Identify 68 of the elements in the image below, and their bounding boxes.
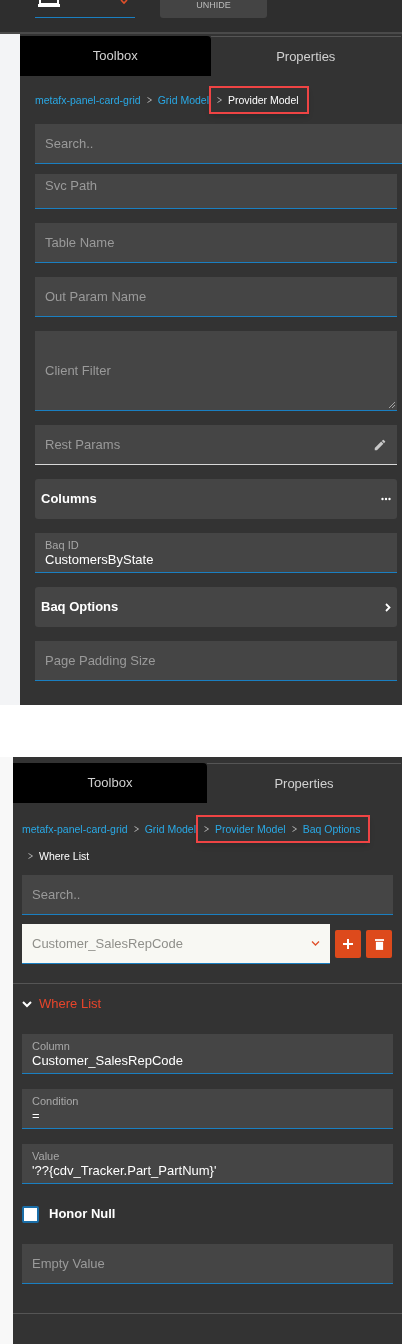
- field-label: Baq ID: [45, 537, 80, 552]
- placeholder: Rest Params: [45, 435, 121, 454]
- input-field[interactable]: Page Padding Size: [35, 641, 397, 681]
- chevron-right-icon: [204, 826, 209, 832]
- placeholder: Table Name: [45, 233, 115, 252]
- breadcrumb-link[interactable]: metafx-panel-card-grid: [35, 91, 141, 109]
- field-value: =: [32, 1107, 41, 1124]
- breadcrumb-link[interactable]: Baq Options: [302, 820, 361, 838]
- input-field[interactable]: Baq ID CustomersByState: [35, 533, 397, 573]
- input-field[interactable]: Empty Value: [22, 1244, 393, 1284]
- placeholder: Svc Path: [45, 177, 98, 195]
- input-field[interactable]: Table Name: [35, 223, 397, 263]
- chevron-right-icon: [28, 853, 33, 859]
- trash-icon: [374, 938, 384, 950]
- placeholder: Out Param Name: [45, 287, 147, 306]
- chevron-right-icon: [133, 826, 139, 832]
- breadcrumb-link[interactable]: Grid Model: [144, 820, 196, 838]
- chevron-down-icon: [311, 941, 320, 946]
- checkbox-label: Honor Null: [49, 1205, 116, 1224]
- placeholder: Client Filter: [45, 361, 111, 380]
- input-field[interactable]: Condition =: [22, 1089, 393, 1129]
- field-value: '??{cdv_Tracker.Part_PartNum}': [32, 1162, 218, 1179]
- tab[interactable]: Toolbox: [20, 36, 211, 76]
- breadcrumb-link[interactable]: metafx-panel-card-grid: [22, 820, 128, 838]
- ellipsis-icon[interactable]: [381, 497, 391, 501]
- laptop-icon: [38, 0, 60, 7]
- input-field[interactable]: Out Param Name: [35, 277, 397, 317]
- breadcrumb-link[interactable]: Grid Model: [157, 91, 209, 109]
- group-row[interactable]: Baq Options: [35, 587, 397, 627]
- search-field[interactable]: Search..: [35, 124, 402, 164]
- input-field[interactable]: Value '??{cdv_Tracker.Part_PartNum}': [22, 1144, 393, 1184]
- group-row[interactable]: Columns: [35, 479, 397, 519]
- breadcrumb-link[interactable]: Provider Model: [215, 820, 286, 838]
- input-field[interactable]: Svc Path: [35, 174, 397, 209]
- placeholder: Search..: [45, 134, 94, 153]
- chevron-right-icon: [217, 97, 222, 103]
- field-label: Condition: [32, 1093, 80, 1108]
- checkbox[interactable]: [22, 1205, 39, 1223]
- dropdown[interactable]: Customer_SalesRepCode: [22, 924, 330, 964]
- placeholder: Empty Value: [32, 1254, 105, 1273]
- plus-icon: [343, 939, 353, 949]
- chevron-right-icon: [291, 826, 297, 832]
- field-label: Column: [32, 1038, 71, 1053]
- section-title: Where List: [39, 995, 102, 1014]
- field-label: Value: [32, 1148, 61, 1163]
- chevron-down-icon: [22, 1000, 32, 1008]
- input-field[interactable]: Column Customer_SalesRepCode: [22, 1034, 393, 1074]
- text-area[interactable]: Client Filter: [35, 331, 397, 411]
- input-field[interactable]: Rest Params: [35, 425, 397, 465]
- group-label: Columns: [41, 490, 97, 509]
- chevron-right-icon[interactable]: [385, 602, 391, 612]
- group-label: Baq Options: [41, 598, 119, 617]
- delete-button[interactable]: [366, 930, 392, 958]
- chevron-right-icon: [146, 97, 152, 103]
- placeholder: Search..: [32, 885, 81, 904]
- field-value: CustomersByState: [45, 551, 155, 568]
- field-value: Customer_SalesRepCode: [32, 1052, 185, 1069]
- caret-icon: [120, 0, 128, 5]
- unhide-button[interactable]: UNHIDE: [160, 0, 267, 18]
- pencil-icon[interactable]: [373, 437, 387, 452]
- dropdown-value: Customer_SalesRepCode: [32, 934, 184, 953]
- resize-handle-icon: [388, 401, 395, 408]
- device-dropdown[interactable]: [35, 0, 135, 18]
- tab[interactable]: Toolbox: [13, 763, 207, 803]
- add-button[interactable]: [335, 930, 361, 958]
- placeholder: Page Padding Size: [45, 651, 156, 670]
- section-header[interactable]: Where List: [13, 984, 402, 1024]
- search-field[interactable]: Search..: [22, 875, 393, 915]
